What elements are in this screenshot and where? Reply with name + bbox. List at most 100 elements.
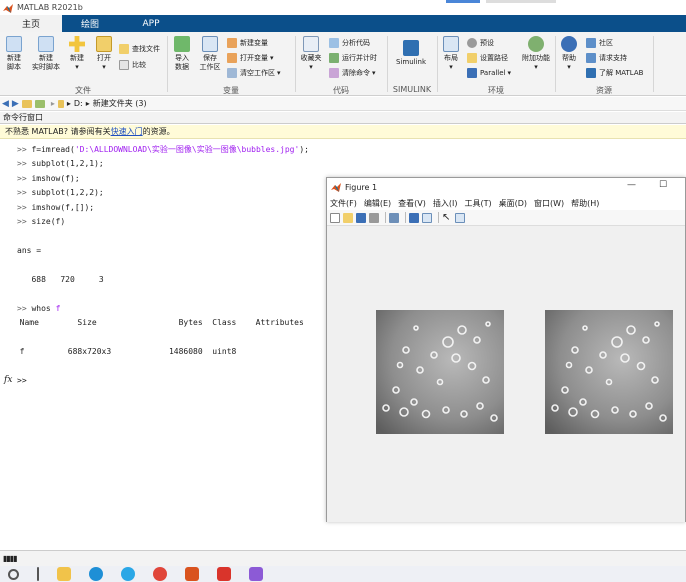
getting-started-link[interactable]: 快速入门 — [111, 126, 143, 137]
chevron-right-icon: ▸ — [85, 99, 90, 108]
colorbar-icon[interactable] — [409, 212, 419, 223]
breadcrumb-folder[interactable]: 新建文件夹 (3) — [93, 98, 147, 109]
breadcrumb-drive[interactable]: D: — [74, 99, 83, 108]
matlab-logo-icon — [3, 3, 13, 13]
find-files-button[interactable]: 查找文件 — [119, 44, 160, 54]
menu-edit[interactable]: 编辑(E) — [364, 198, 391, 209]
task-view-icon[interactable] — [37, 567, 39, 581]
compare-button[interactable]: 比较 — [119, 60, 146, 70]
gear-icon — [467, 38, 477, 48]
group-label-environment: 环境 — [488, 86, 504, 95]
preferences-button[interactable]: 预设 — [467, 38, 494, 48]
maximize-icon[interactable]: ☐ — [659, 180, 667, 190]
chevron-down-icon: ▾ — [309, 63, 313, 71]
ribbon-tab-strip: 主页 绘图 APP — [0, 15, 686, 32]
clear-workspace-icon — [227, 68, 237, 78]
save-icon[interactable] — [356, 212, 366, 223]
analyze-code-button[interactable]: 分析代码 — [329, 38, 370, 48]
menu-view[interactable]: 查看(V) — [398, 198, 426, 209]
request-support-button[interactable]: 请求支持 — [586, 53, 627, 63]
simulink-button[interactable]: Simulink — [392, 40, 430, 67]
print-icon[interactable] — [369, 212, 379, 223]
active-prompt[interactable]: >> — [17, 376, 27, 385]
new-dropdown-button[interactable]: 新建 ▾ — [66, 36, 88, 72]
search-box[interactable] — [446, 0, 480, 3]
addons-button[interactable]: 附加功能 ▾ — [519, 36, 553, 72]
group-label-simulink: SIMULINK — [392, 85, 432, 94]
group-label-file: 文件 — [75, 86, 91, 95]
matlab-taskbar-icon[interactable] — [185, 567, 199, 581]
up-folder-icon[interactable] — [21, 99, 32, 108]
import-data-button[interactable]: 导入 数据 — [172, 36, 192, 72]
community-button[interactable]: 社区 — [586, 38, 613, 48]
layout-icon — [443, 36, 459, 52]
tab-home[interactable]: 主页 — [0, 15, 62, 32]
new-plus-icon — [69, 36, 85, 52]
cursor-arrow-icon[interactable]: ↖ — [442, 212, 452, 223]
new-variable-button[interactable]: 新建变量 — [227, 38, 268, 48]
file-explorer-icon[interactable] — [57, 567, 71, 581]
new-figure-icon[interactable] — [330, 212, 340, 223]
link-plot-icon[interactable] — [389, 212, 399, 223]
import-data-icon — [174, 36, 190, 52]
chevron-down-icon: ▾ — [507, 69, 512, 77]
favorites-button[interactable]: 收藏夹 ▾ — [298, 36, 324, 72]
toolbar-divider — [438, 212, 439, 223]
clear-workspace-button[interactable]: 清空工作区 ▾ — [227, 68, 281, 78]
clear-commands-button[interactable]: 清除命令 ▾ — [329, 68, 376, 78]
menu-file[interactable]: 文件(F) — [330, 198, 357, 209]
wps-icon[interactable] — [217, 567, 231, 581]
chevron-down-icon: ▾ — [102, 63, 106, 71]
help-button[interactable]: 帮助 ▾ — [559, 36, 579, 72]
chevron-down-icon: ▾ — [449, 63, 453, 71]
parallel-dropdown[interactable]: Parallel ▾ — [467, 68, 511, 78]
figure-canvas[interactable] — [327, 226, 685, 522]
chrome-icon[interactable] — [153, 567, 167, 581]
browse-folder-icon[interactable] — [34, 99, 45, 108]
figure-window[interactable]: Figure 1 — ☐ 文件(F) 编辑(E) 查看(V) 插入(I) 工具(… — [326, 177, 686, 522]
set-path-button[interactable]: 设置路径 — [467, 53, 508, 63]
favorites-star-icon — [303, 36, 319, 52]
menu-help[interactable]: 帮助(H) — [571, 198, 599, 209]
menu-tools[interactable]: 工具(T) — [464, 198, 491, 209]
ribbon-toolbar: 新建 脚本 新建 实时脚本 新建 ▾ 打开 ▾ 查找文件 比较 文件 导入 数据… — [0, 32, 686, 96]
minimize-icon[interactable]: — — [627, 180, 636, 190]
command-line: >> imshow(f,[]); — [17, 203, 95, 212]
chevron-down-icon: ▾ — [277, 69, 281, 77]
forward-arrow-icon[interactable]: ▶ — [12, 99, 19, 109]
toolbar-divider — [405, 212, 406, 223]
new-script-button[interactable]: 新建 脚本 — [4, 36, 24, 72]
bubbles-image-right — [545, 310, 673, 434]
menu-window[interactable]: 窗口(W) — [534, 198, 564, 209]
layout-button[interactable]: 布局 ▾ — [440, 36, 462, 72]
edge-browser-icon[interactable] — [89, 567, 103, 581]
open-variable-button[interactable]: 打开变量 ▾ — [227, 53, 274, 63]
group-divider — [653, 36, 654, 92]
parallel-icon — [467, 68, 477, 78]
app-icon[interactable] — [249, 567, 263, 581]
fx-function-icon[interactable]: fx — [4, 375, 12, 385]
search-icon[interactable] — [8, 568, 19, 580]
tab-apps[interactable]: APP — [118, 15, 184, 32]
property-editor-icon[interactable] — [455, 212, 465, 223]
save-workspace-button[interactable]: 保存 工作区 — [197, 36, 223, 72]
open-dropdown-button[interactable]: 打开 ▾ — [93, 36, 115, 72]
open-file-icon[interactable] — [343, 212, 353, 223]
banner-suffix: 的资源。 — [142, 127, 175, 136]
chevron-down-icon: ▾ — [372, 69, 376, 77]
new-live-script-button[interactable]: 新建 实时脚本 — [30, 36, 62, 72]
learn-matlab-button[interactable]: 了解 MATLAB — [586, 68, 643, 78]
ie-browser-icon[interactable] — [121, 567, 135, 581]
ans-label: ans = — [17, 246, 42, 255]
open-variable-icon — [227, 53, 237, 63]
menu-insert[interactable]: 插入(I) — [433, 198, 458, 209]
legend-icon[interactable] — [422, 212, 432, 223]
folder-open-icon — [96, 36, 112, 52]
tab-plots[interactable]: 绘图 — [62, 15, 118, 32]
search-field-bg — [486, 0, 556, 3]
menu-desktop[interactable]: 桌面(D) — [499, 198, 527, 209]
banner-prefix: 不熟悉 MATLAB? 请参阅有关 — [5, 127, 111, 136]
back-arrow-icon[interactable]: ◀ — [2, 99, 9, 109]
run-and-time-button[interactable]: 运行并计时 — [329, 53, 377, 63]
drive-icon — [57, 99, 64, 108]
